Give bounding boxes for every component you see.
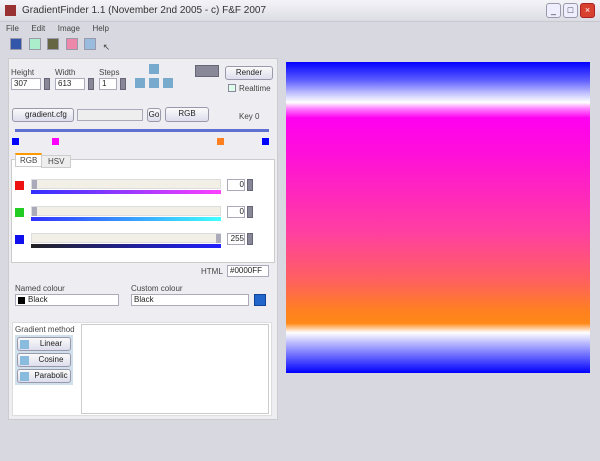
window-title: GradientFinder 1.1 (November 2nd 2005 - … <box>22 5 267 16</box>
method-linear[interactable]: Linear <box>17 337 71 351</box>
key-marker[interactable] <box>217 138 224 145</box>
slider-thumb[interactable] <box>32 207 37 216</box>
app-icon <box>5 5 16 16</box>
menu-help[interactable]: Help <box>92 24 108 33</box>
custom-colour-value: Black <box>134 295 154 304</box>
channel-value[interactable]: 0 <box>227 206 245 218</box>
named-colour-label: Named colour <box>15 284 65 293</box>
key-marker[interactable] <box>12 138 19 145</box>
arrow-right-icon[interactable] <box>163 78 173 88</box>
file-select[interactable]: gradient.cfg <box>12 108 74 122</box>
colour-swatch <box>18 297 25 304</box>
key-label: Key 0 <box>239 112 260 121</box>
arrow-down-icon[interactable] <box>149 78 159 88</box>
key-track[interactable] <box>15 129 269 132</box>
menu-image[interactable]: Image <box>58 24 80 33</box>
method-parabolic[interactable]: Parabolic <box>17 369 71 383</box>
html-label: HTML <box>201 267 223 276</box>
file-field[interactable] <box>77 109 143 121</box>
named-colour-value: Black <box>28 295 48 304</box>
height-spinner[interactable] <box>44 78 50 90</box>
tab-rgb[interactable]: RGB <box>15 153 43 167</box>
custom-colour-select[interactable]: Black <box>131 294 249 306</box>
channel-swatch <box>15 208 24 217</box>
key-marker[interactable] <box>262 138 269 145</box>
key-marker[interactable] <box>52 138 59 145</box>
menu-bar: File Edit Image Help <box>6 23 596 35</box>
channel-slider[interactable] <box>31 179 221 189</box>
custom-colour-label: Custom colour <box>131 284 183 293</box>
gradient-method-label: Gradient method <box>15 325 75 334</box>
file-name: gradient.cfg <box>25 110 67 119</box>
realtime-label: Realtime <box>239 84 271 93</box>
channel-spinner[interactable] <box>247 179 253 191</box>
gradient-curve-area <box>81 324 269 414</box>
steps-label: Steps <box>99 68 120 77</box>
gradient-preview <box>286 62 590 373</box>
go-button[interactable]: Go <box>147 108 161 122</box>
height-label: Height <box>11 68 35 77</box>
html-input[interactable]: #0000FF <box>227 265 269 277</box>
width-input[interactable]: 613 <box>55 78 85 90</box>
palette-icon[interactable] <box>47 38 60 50</box>
channel-value[interactable]: 0 <box>227 179 245 191</box>
add-colour-button[interactable] <box>254 294 266 306</box>
method-list: Linear Cosine Parabolic <box>15 335 73 385</box>
colour-picker-icon[interactable] <box>195 65 219 77</box>
channel-slider[interactable] <box>31 233 221 243</box>
minimize-button[interactable]: _ <box>546 3 561 18</box>
tab-hsv[interactable]: HSV <box>41 155 72 168</box>
method-icon <box>20 340 29 349</box>
key-markers <box>12 138 270 146</box>
maximize-button[interactable]: □ <box>563 3 578 18</box>
channel-swatch <box>15 235 24 244</box>
realtime-checkbox[interactable] <box>228 84 236 92</box>
mode-button[interactable]: RGB <box>165 107 209 122</box>
height-input[interactable]: 307 <box>11 78 41 90</box>
width-label: Width <box>55 68 76 77</box>
steps-spinner[interactable] <box>120 78 126 90</box>
channel-spinner[interactable] <box>247 233 253 245</box>
render-button[interactable]: Render <box>225 66 273 80</box>
channel-value[interactable]: 255 <box>227 233 245 245</box>
menu-edit[interactable]: Edit <box>31 24 45 33</box>
channel-gradient-bar <box>31 217 221 221</box>
close-button[interactable]: × <box>580 3 595 18</box>
method-cosine[interactable]: Cosine <box>17 353 71 367</box>
arrow-up-icon[interactable] <box>149 64 159 74</box>
image-icon[interactable] <box>28 38 41 50</box>
channel-gradient-bar <box>31 244 221 248</box>
toolbar: ↖ <box>10 38 119 54</box>
channel-spinner[interactable] <box>247 206 253 218</box>
slider-thumb[interactable] <box>32 180 37 189</box>
channel-swatch <box>15 181 24 190</box>
method-label: Linear <box>39 339 63 348</box>
channel-slider[interactable] <box>31 206 221 216</box>
paint-icon[interactable] <box>65 38 78 50</box>
steps-input[interactable]: 1 <box>99 78 117 90</box>
named-colour-select[interactable]: Black <box>15 294 119 306</box>
arrow-left-icon[interactable] <box>135 78 145 88</box>
title-bar: GradientFinder 1.1 (November 2nd 2005 - … <box>0 0 600 22</box>
menu-file[interactable]: File <box>6 24 19 33</box>
save-icon[interactable] <box>10 38 22 50</box>
width-spinner[interactable] <box>88 78 94 90</box>
window-icon[interactable] <box>84 38 97 50</box>
channel-gradient-bar <box>31 190 221 194</box>
control-panel: Height 307 Width 613 Steps 1 Render Real… <box>8 58 278 420</box>
method-label: Parabolic <box>34 371 68 380</box>
pointer-icon[interactable]: ↖ <box>103 42 115 54</box>
slider-thumb[interactable] <box>216 234 221 243</box>
method-icon <box>20 356 29 365</box>
method-icon <box>20 372 29 381</box>
method-label: Cosine <box>38 355 64 364</box>
